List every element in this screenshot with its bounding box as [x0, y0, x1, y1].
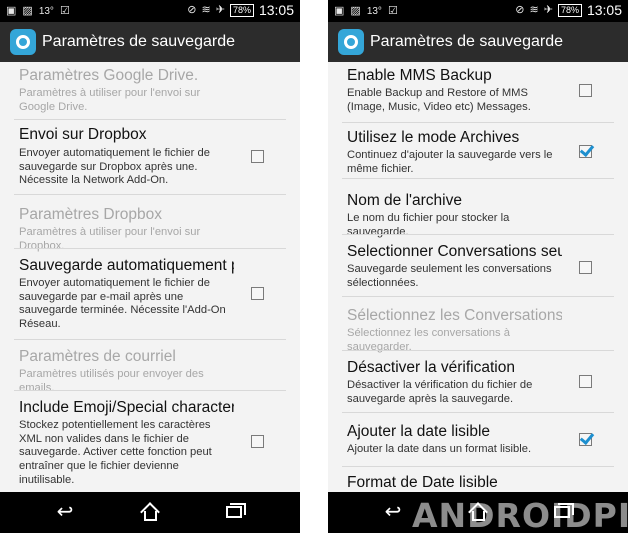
dropbox-upload-checkbox[interactable] — [251, 150, 264, 163]
setting-subtitle: Désactiver la vérification du fichier de… — [347, 379, 533, 405]
mms-backup-checkbox[interactable] — [579, 84, 592, 97]
setting-choose-conversations: Sélectionnez les Conversations Sélection… — [328, 297, 628, 353]
setting-subtitle: Continuez d'ajouter la sauvegarde vers l… — [347, 149, 553, 175]
setting-title: Sélectionnez les Conversations — [347, 307, 562, 324]
setting-dropbox-upload[interactable]: Envoi sur Dropbox Envoyer automatiquemen… — [0, 120, 300, 198]
setting-title: Ajouter la date lisible — [347, 423, 491, 440]
setting-select-conversations-only[interactable]: Selectionner Conversations seu Sauvegard… — [328, 235, 628, 295]
setting-readable-date-format[interactable]: Format de Date lisible — [328, 467, 628, 492]
setting-subtitle: Paramètres à utiliser pour l'envoi sur G… — [19, 87, 201, 113]
battery-indicator: 78% — [557, 3, 582, 17]
setting-include-emoji[interactable]: Include Emoji/Special character Stockez … — [0, 391, 300, 491]
page-title: Paramètres de sauvegarde — [370, 33, 563, 50]
setting-subtitle: Stockez potentiellement les caractères X… — [19, 419, 212, 486]
image-icon: ▨ — [22, 5, 33, 17]
check-icon: ☑ — [387, 5, 398, 17]
setting-add-readable-date[interactable]: Ajouter la date lisible Ajouter la date … — [328, 413, 628, 467]
setting-title: Paramètres Google Drive. — [19, 67, 199, 84]
image-icon: ▨ — [350, 5, 361, 17]
no-disturb-icon: ⊘ — [187, 4, 197, 16]
left-phone-screen: ▣ ▨ 13° ☑ ⊘ ≋ ✈ 78% 13:05 Paramètres de … — [0, 0, 300, 533]
archive-mode-checkbox[interactable] — [579, 145, 592, 158]
clock: 13:05 — [258, 2, 294, 18]
setting-title: Utilisez le mode Archives — [347, 129, 520, 146]
temperature-text: 13° — [38, 5, 54, 17]
backup-app-icon[interactable] — [338, 29, 364, 55]
setting-title: Désactiver la vérification — [347, 359, 515, 376]
setting-disable-verification[interactable]: Désactiver la vérification Désactiver la… — [328, 351, 628, 411]
setting-title: Paramètres de courriel — [19, 348, 176, 365]
setting-title: Paramètres Dropbox — [19, 206, 163, 223]
recent-apps-icon[interactable] — [221, 500, 247, 524]
androidpit-watermark: ANDROIDPIT — [412, 496, 628, 533]
check-icon: ☑ — [59, 5, 70, 17]
home-icon[interactable] — [137, 500, 163, 524]
action-bar: Paramètres de sauvegarde — [328, 22, 628, 62]
back-icon[interactable]: ↩ — [52, 500, 78, 524]
include-emoji-checkbox[interactable] — [251, 435, 264, 448]
setting-title: Envoi sur Dropbox — [19, 126, 147, 143]
setting-google-drive: Paramètres Google Drive. Paramètres à ut… — [0, 62, 300, 113]
status-bar: ▣ ▨ 13° ☑ ⊘ ≋ ✈ 78% 13:05 — [328, 0, 628, 22]
settings-list: Enable MMS Backup Enable Backup and Rest… — [328, 62, 628, 492]
disable-verification-checkbox[interactable] — [579, 375, 592, 388]
wifi-icon: ≋ — [201, 4, 211, 16]
setting-title: Sauvegarde automatiquement p — [19, 257, 234, 274]
back-icon[interactable]: ↩ — [380, 500, 406, 524]
setting-title: Format de Date lisible — [347, 474, 498, 491]
temperature-text: 13° — [366, 5, 382, 17]
setting-title: Nom de l'archive — [347, 192, 462, 209]
setting-dropbox-params: Paramètres Dropbox Paramètres à utiliser… — [0, 195, 300, 252]
no-disturb-icon: ⊘ — [515, 4, 525, 16]
clock: 13:05 — [586, 2, 622, 18]
setting-subtitle: Enable Backup and Restore of MMS (Image,… — [347, 87, 531, 113]
setting-title: Include Emoji/Special character — [19, 399, 234, 416]
navigation-bar: ↩ — [0, 492, 300, 533]
battery-indicator: 78% — [229, 3, 254, 17]
setting-archive-mode[interactable]: Utilisez le mode Archives Continuez d'aj… — [328, 123, 628, 177]
notification-icon: ▣ — [334, 5, 345, 17]
wifi-icon: ≋ — [529, 4, 539, 16]
select-conversations-checkbox[interactable] — [579, 261, 592, 274]
notification-icon: ▣ — [6, 5, 17, 17]
setting-subtitle: Envoyer automatiquement le fichier de sa… — [19, 147, 210, 187]
setting-email-auto-send[interactable]: Sauvegarde automatiquement p Envoyer aut… — [0, 249, 300, 339]
setting-email-params: Paramètres de courriel Paramètres utilis… — [0, 340, 300, 394]
backup-app-icon[interactable] — [10, 29, 36, 55]
email-auto-send-checkbox[interactable] — [251, 287, 264, 300]
status-bar: ▣ ▨ 13° ☑ ⊘ ≋ ✈ 78% 13:05 — [0, 0, 300, 22]
setting-archive-name[interactable]: Nom de l'archive Le nom du fichier pour … — [328, 179, 628, 238]
settings-list: Paramètres Google Drive. Paramètres à ut… — [0, 62, 300, 492]
airplane-icon: ✈ — [543, 4, 553, 16]
setting-subtitle: Envoyer automatiquement le fichier de sa… — [19, 277, 226, 331]
readable-date-checkbox[interactable] — [579, 433, 592, 446]
setting-mms-backup[interactable]: Enable MMS Backup Enable Backup and Rest… — [328, 62, 628, 122]
page-title: Paramètres de sauvegarde — [42, 33, 235, 50]
setting-title: Enable MMS Backup — [347, 67, 492, 84]
setting-subtitle: Sauvegarde seulement les conversations s… — [347, 263, 552, 289]
setting-title: Selectionner Conversations seu — [347, 243, 562, 260]
setting-subtitle: Ajouter la date dans un format lisible. — [347, 443, 532, 455]
action-bar: Paramètres de sauvegarde — [0, 22, 300, 62]
right-phone-screen: ▣ ▨ 13° ☑ ⊘ ≋ ✈ 78% 13:05 Paramètres de … — [328, 0, 628, 533]
airplane-icon: ✈ — [215, 4, 225, 16]
